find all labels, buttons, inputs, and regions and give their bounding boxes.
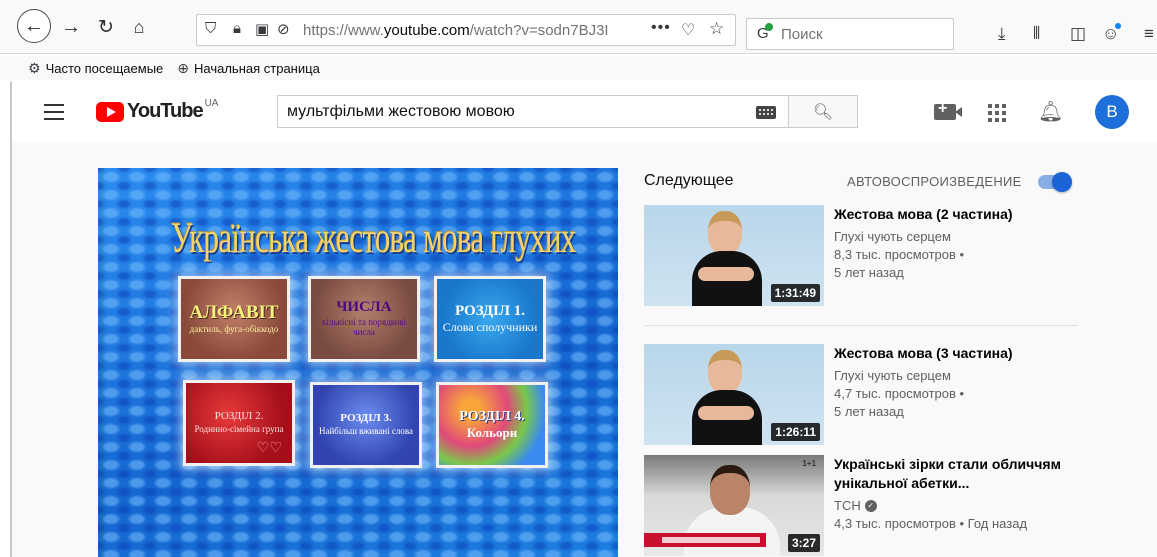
guide-menu-icon[interactable]: [44, 104, 64, 120]
avatar[interactable]: B: [1095, 95, 1129, 129]
gear-icon: ⚙: [28, 59, 41, 76]
apps-grid-icon[interactable]: [988, 104, 1006, 122]
youtube-play-icon: [96, 102, 124, 122]
bookmarks-toolbar: ⚙ Часто посещаемые ⊕ Начальная страница: [0, 56, 1157, 80]
back-button[interactable]: ←: [17, 9, 51, 43]
channel-name[interactable]: Глухі чують серцем: [834, 228, 1082, 246]
news-strip: [644, 533, 766, 547]
up-next-heading: Следующее: [644, 172, 734, 189]
youtube-search-input[interactable]: мультфільми жестовою мовою: [277, 95, 789, 128]
pocket-icon[interactable]: ♡: [681, 20, 695, 40]
notifications-bell-icon[interactable]: 🔔︎: [1038, 102, 1063, 122]
page-actions-more-icon[interactable]: •••: [651, 19, 671, 37]
browser-search-bar[interactable]: G Поиск: [746, 18, 954, 50]
bookmark-most-visited[interactable]: ⚙ Часто посещаемые: [28, 60, 163, 77]
tile-numbers: ЧИСЛА кількісні та порядкові числа: [308, 276, 420, 362]
hamburger-menu-icon[interactable]: ≡: [1144, 24, 1154, 44]
download-icon[interactable]: ⤓: [998, 24, 1006, 44]
home-icon: ⌂: [133, 17, 145, 37]
arrow-left-icon: ←: [24, 15, 44, 37]
tile-alphabet: АЛФАВІТ дактиль, фуга-обіккодо: [178, 276, 290, 362]
bookmark-home-page[interactable]: ⊕ Начальная страница: [177, 60, 320, 77]
lock-icon[interactable]: 🔒︎: [233, 20, 241, 37]
youtube-header: YouTube UA мультфільми жестовою мовою 🔍︎…: [12, 82, 1157, 142]
youtube-page: YouTube UA мультфільми жестовою мовою 🔍︎…: [10, 82, 1157, 557]
account-icon[interactable]: ☺: [1102, 23, 1121, 44]
region-label: UA: [204, 98, 219, 109]
divider: [644, 325, 1078, 326]
view-count: 4,3 тыс. просмотров • Год назад: [834, 516, 1028, 531]
tile-section-1: РОЗДІЛ 1. Слова сполучники: [434, 276, 546, 362]
channel-name[interactable]: ТСН ✓: [834, 497, 1082, 515]
search-engine-icon[interactable]: G: [757, 23, 773, 42]
reload-button[interactable]: ↻: [93, 16, 119, 38]
autoplay-blocked-icon[interactable]: ⊘: [277, 20, 290, 38]
tile-section-4: РОЗДІЛ 4. Кольори: [436, 382, 548, 468]
autoplay-label: АВТОВОСПРОИЗВЕДЕНИЕ: [847, 174, 1022, 189]
keyboard-icon[interactable]: [756, 106, 776, 119]
search-placeholder: Поиск: [781, 26, 823, 43]
video-duration: 1:31:49: [770, 284, 820, 302]
autoplay-toggle[interactable]: [1038, 172, 1074, 192]
url-text[interactable]: https://www.youtube.com/watch?v=sodn7BJ3…: [303, 22, 615, 39]
video-thumbnail[interactable]: 1+1 3:27: [644, 455, 824, 556]
url-bar[interactable]: ⛉ 🔒︎ ▣ ⊘ https://www.youtube.com/watch?v…: [196, 14, 736, 46]
globe-icon: ⊕: [177, 59, 190, 76]
video-title[interactable]: Жестова мова (3 частина): [834, 344, 1082, 363]
verified-check-icon: ✓: [864, 500, 877, 512]
tile-section-2: РОЗДІЛ 2. Родинно-сімейна група ♡♡: [183, 380, 295, 466]
reload-icon: ↻: [98, 16, 114, 38]
forward-button[interactable]: →: [58, 16, 84, 38]
channel-name[interactable]: Глухі чують серцем: [834, 367, 1082, 385]
hearts-icon: ♡♡: [256, 441, 282, 456]
channel-watermark: 1+1: [802, 459, 816, 468]
tracking-shield-icon[interactable]: ⛉: [205, 20, 216, 37]
view-count: 8,3 тыс. просмотров •: [834, 247, 965, 262]
sidebar-icon[interactable]: ◫: [1070, 24, 1086, 44]
search-query: мультфільми жестовою мовою: [287, 103, 515, 120]
tile-section-3: РОЗДІЛ 3. Найбільш вживані слова: [310, 382, 422, 468]
youtube-search-button[interactable]: 🔍︎: [788, 95, 858, 128]
youtube-logo[interactable]: YouTube UA: [96, 98, 219, 123]
home-button[interactable]: ⌂: [126, 16, 152, 38]
search-icon: 🔍︎: [812, 103, 834, 121]
bookmark-star-icon[interactable]: ☆: [709, 19, 724, 39]
permissions-icon[interactable]: ▣: [255, 20, 269, 38]
video-thumbnail[interactable]: 1:26:11: [644, 344, 824, 445]
browser-toolbar: ← → ↻ ⌂ ⛉ 🔒︎ ▣ ⊘ https://www.youtube.com…: [0, 0, 1157, 54]
video-player[interactable]: Українська жестова мова глухих АЛФАВІТ д…: [98, 168, 618, 557]
arrow-right-icon: →: [61, 16, 81, 38]
create-video-icon[interactable]: [934, 101, 962, 120]
video-duration: 3:27: [787, 534, 820, 552]
video-title[interactable]: Жестова мова (2 частина): [834, 205, 1082, 224]
publish-age: 5 лет назад: [834, 265, 904, 280]
library-icon[interactable]: ⫴: [1033, 24, 1040, 44]
video-duration: 1:26:11: [771, 423, 820, 441]
view-count: 4,7 тыс. просмотров •: [834, 386, 965, 401]
video-thumbnail[interactable]: 1:31:49: [644, 205, 824, 306]
video-frame-title: Українська жестова мова глухих: [170, 215, 577, 262]
video-title[interactable]: Українські зірки стали обличчям унікальн…: [834, 455, 1082, 493]
publish-age: 5 лет назад: [834, 404, 904, 419]
